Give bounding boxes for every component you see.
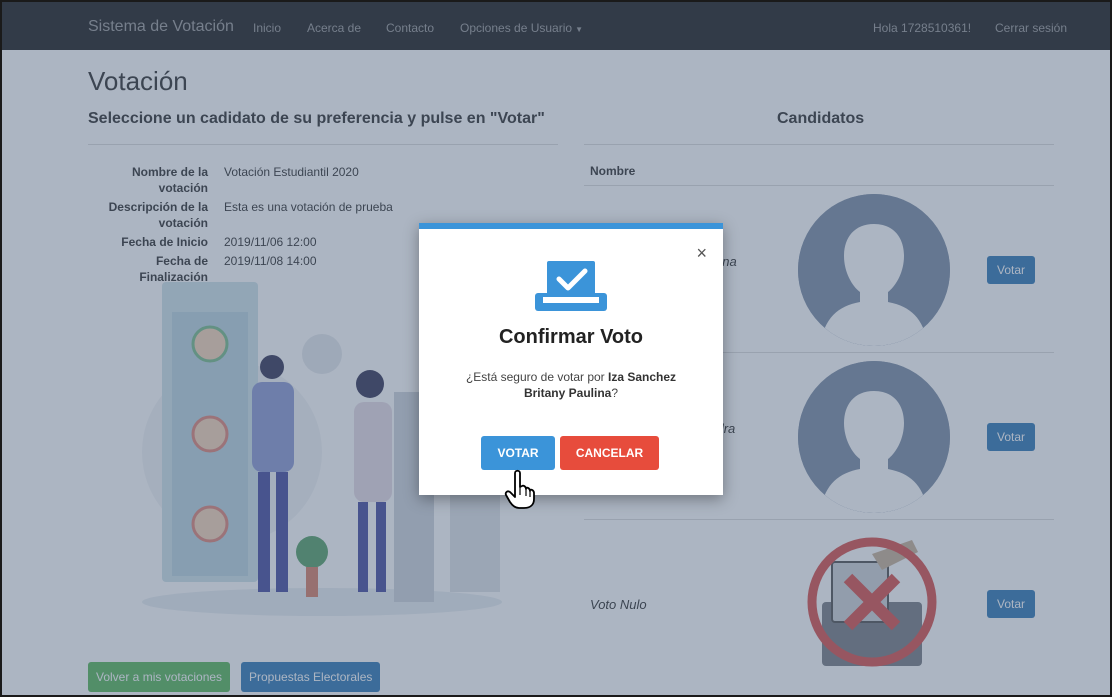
modal-message-prefix: ¿Está seguro de votar por [465,370,609,384]
modal-message-suffix: ? [611,386,619,400]
confirm-vote-button[interactable]: VOTAR [481,436,555,470]
ballot-check-icon [535,261,607,311]
modal-message: ¿Está seguro de votar por Iza Sanchez Br… [449,369,693,401]
confirm-vote-modal: × Confirmar Voto ¿Está seguro de votar p… [419,223,723,495]
modal-title: Confirmar Voto [498,326,644,348]
hand-pointer-cursor-icon [504,469,535,509]
cancel-button[interactable]: CANCELAR [560,436,659,470]
close-icon[interactable]: × [696,243,707,264]
page: Sistema de Votación Inicio Acerca de Con… [2,2,1110,695]
